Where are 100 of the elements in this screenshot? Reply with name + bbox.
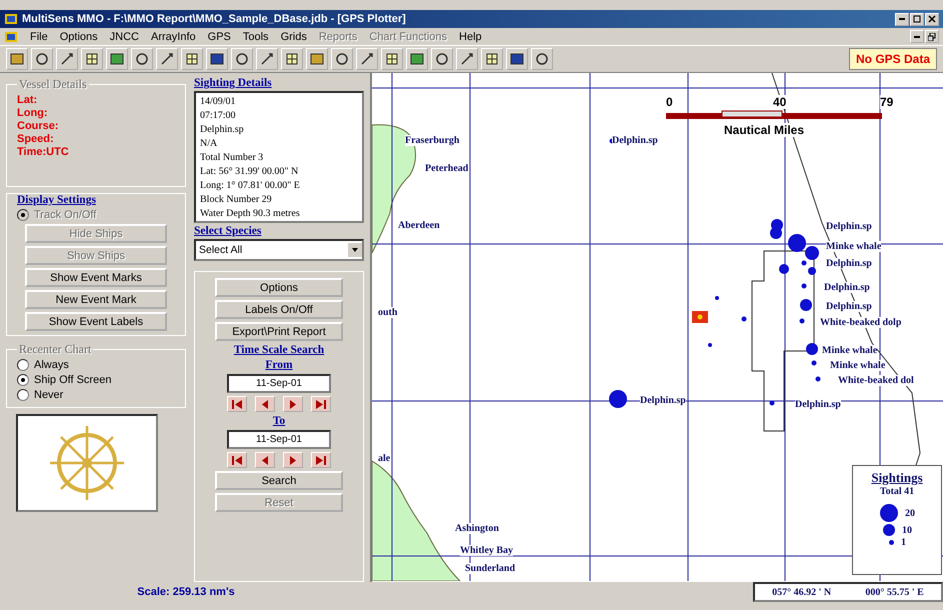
restore-icon: [913, 15, 921, 23]
flag-icon: [692, 311, 708, 323]
sighting-label: Delphin.sp: [826, 301, 872, 312]
minimize-icon: [914, 36, 920, 38]
species-dropdown[interactable]: Select All: [194, 239, 364, 261]
left-triangle-icon: [261, 456, 269, 464]
toolbar-button[interactable]: [406, 48, 428, 70]
previous-button[interactable]: [255, 396, 275, 412]
toolbar-button[interactable]: [6, 48, 28, 70]
close-button[interactable]: [925, 12, 939, 26]
restore-button[interactable]: [925, 30, 939, 43]
last-button[interactable]: [311, 452, 331, 468]
toolbar-button[interactable]: [306, 48, 328, 70]
action-button[interactable]: Show Event Marks: [25, 268, 167, 287]
toolbar-button[interactable]: [56, 48, 78, 70]
legend-count: 10: [902, 524, 912, 536]
toolbar-button[interactable]: [356, 48, 378, 70]
toolbar-button[interactable]: [131, 48, 153, 70]
action-button[interactable]: Options: [215, 278, 343, 297]
action-button[interactable]: New Event Mark: [25, 290, 167, 309]
skip-end-icon: [316, 400, 326, 408]
next-button[interactable]: [283, 396, 303, 412]
field-label: Course:: [17, 120, 60, 133]
app-icon: [4, 12, 18, 26]
toolbar-button[interactable]: [206, 48, 228, 70]
menu-item[interactable]: Help: [459, 30, 482, 42]
sighting-label: White-beaked dol: [838, 375, 914, 386]
radio-button[interactable]: [17, 359, 29, 371]
menu-item[interactable]: ArrayInfo: [151, 30, 196, 42]
right-triangle-icon: [289, 456, 297, 464]
toolbar-button[interactable]: [506, 48, 528, 70]
toolbar-button[interactable]: [381, 48, 403, 70]
toolbar-button[interactable]: [331, 48, 353, 70]
radio-label: Track On/Off: [34, 209, 96, 221]
toolbar-button[interactable]: [456, 48, 478, 70]
radio-option[interactable]: Always: [17, 359, 175, 371]
minimize-button[interactable]: [895, 12, 909, 26]
toolbar-button[interactable]: [156, 48, 178, 70]
menu-item[interactable]: Grids: [280, 30, 307, 42]
section-title: Display Settings: [17, 194, 97, 206]
action-button[interactable]: Export\Print Report: [215, 322, 343, 341]
search-button[interactable]: Search: [215, 471, 343, 490]
toolbar-button[interactable]: [281, 48, 303, 70]
group-title: Recenter Chart: [18, 342, 92, 357]
toolbar-button[interactable]: [81, 48, 103, 70]
detail-line: 14/09/01: [200, 95, 237, 109]
skip-start-icon: [232, 456, 242, 464]
detail-line: 07:17:00: [200, 109, 237, 123]
place-label: Whitley Bay: [460, 545, 514, 556]
field-label: Speed:: [17, 133, 55, 146]
restore-icon: [928, 32, 936, 40]
action-button[interactable]: Labels On/Off: [215, 300, 343, 319]
legend-total: Total 41: [880, 486, 914, 497]
menu-item[interactable]: Tools: [242, 30, 269, 42]
toolbar-button[interactable]: [181, 48, 203, 70]
last-button[interactable]: [311, 396, 331, 412]
window-title: MultiSens MMO - F:\MMO Report\MMO_Sample_DBase.jdb - [GPS Plotter]: [22, 13, 406, 25]
place-label: ale: [378, 453, 390, 464]
sighting-label: Delphin.sp: [612, 135, 658, 146]
menu-item[interactable]: GPS: [208, 30, 231, 42]
to-date-field[interactable]: 11-Sep-01: [227, 430, 331, 449]
toolbar-button[interactable]: [431, 48, 453, 70]
toolbar-button[interactable]: [106, 48, 128, 70]
radio-option[interactable]: Never: [17, 389, 175, 401]
sighting-label: Delphin.sp: [826, 221, 872, 232]
sighting-label: Minke whale: [830, 360, 886, 371]
menu-item[interactable]: Options: [60, 30, 98, 42]
minimize-button[interactable]: [910, 30, 924, 43]
previous-button[interactable]: [255, 452, 275, 468]
from-date-field[interactable]: 11-Sep-01: [227, 374, 331, 393]
place-label: Ashington: [455, 523, 499, 534]
right-triangle-icon: [289, 400, 297, 408]
first-button[interactable]: [227, 396, 247, 412]
action-button[interactable]: Show Event Labels: [25, 312, 167, 331]
scale-unit-label: Nautical Miles: [724, 123, 804, 137]
toolbar-button[interactable]: [31, 48, 53, 70]
legend-count: 20: [905, 508, 915, 518]
toolbar-button[interactable]: [231, 48, 253, 70]
toolbar-button[interactable]: [481, 48, 503, 70]
radio-button[interactable]: [17, 389, 29, 401]
first-button[interactable]: [227, 452, 247, 468]
sighting-label: Delphin.sp: [640, 395, 686, 406]
section-title: Sighting Details: [194, 77, 273, 89]
menu-item[interactable]: JNCC: [110, 30, 139, 42]
minimize-icon: [899, 18, 905, 20]
place-label: Peterhead: [425, 163, 468, 174]
radio-button[interactable]: [17, 374, 29, 386]
radio-option[interactable]: Ship Off Screen: [17, 374, 175, 386]
toolbar-button[interactable]: [531, 48, 553, 70]
sighting-label: Delphin.sp: [795, 399, 841, 410]
toolbar-button[interactable]: [256, 48, 278, 70]
document-icon: [4, 30, 18, 44]
radio-label: Ship Off Screen: [34, 374, 112, 386]
menu-item[interactable]: File: [30, 30, 48, 42]
maximize-button[interactable]: [910, 12, 924, 26]
field-label: To: [272, 415, 286, 427]
detail-line: Total Number 3: [200, 151, 264, 165]
sighting-label: White-beaked dolp: [820, 317, 902, 328]
next-button[interactable]: [283, 452, 303, 468]
sighting-label: Minke whale: [822, 345, 878, 356]
